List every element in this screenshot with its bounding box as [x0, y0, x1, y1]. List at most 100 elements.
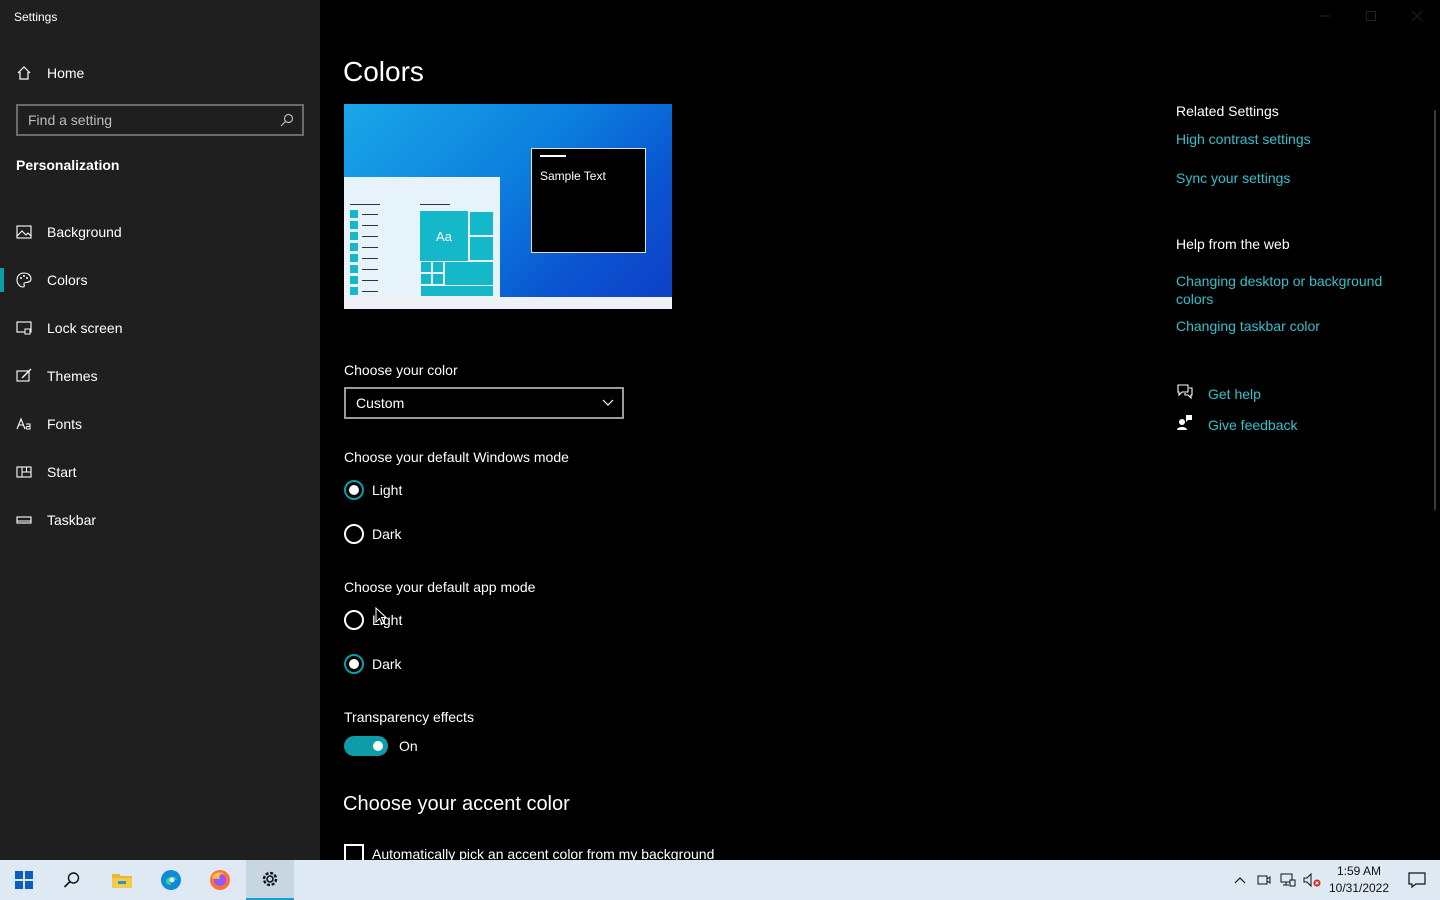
edge-icon — [161, 870, 181, 890]
preview-list-square — [350, 276, 358, 284]
windows-mode-label: Choose your default Windows mode — [344, 449, 569, 465]
preview-tile — [420, 273, 432, 285]
preview-list-line — [362, 236, 378, 237]
page-title: Colors — [343, 56, 424, 87]
minimize-icon[interactable] — [1302, 0, 1348, 32]
taskbar-search-button[interactable] — [48, 860, 96, 900]
search-box[interactable] — [16, 104, 304, 136]
radio-circle — [344, 480, 364, 500]
choose-color-dropdown[interactable]: Custom — [344, 387, 624, 419]
window-controls — [1302, 0, 1440, 32]
sidebar-item-label: Colors — [47, 272, 88, 288]
maximize-icon[interactable] — [1348, 0, 1394, 32]
clock-date: 10/31/2022 — [1328, 881, 1390, 895]
meet-now-icon[interactable] — [1252, 860, 1276, 900]
palette-icon — [16, 272, 32, 288]
preview-window-bar — [540, 155, 566, 157]
preview-list-square — [350, 254, 358, 262]
sidebar-item-label: Lock screen — [47, 320, 123, 336]
preview-list-square — [350, 243, 358, 251]
sidebar-item-label: Background — [47, 224, 122, 240]
changing-background-colors-link[interactable]: Changing desktop or background colors — [1176, 272, 1396, 308]
sidebar-item-fonts[interactable]: Fonts — [0, 400, 320, 448]
give-feedback-label: Give feedback — [1208, 417, 1298, 433]
sidebar-item-colors[interactable]: Colors — [0, 256, 320, 304]
sidebar-item-start[interactable]: Start — [0, 448, 320, 496]
search-input[interactable] — [18, 112, 272, 128]
sidebar-item-lock-screen[interactable]: Lock screen — [0, 304, 320, 352]
preview-list-square — [350, 232, 358, 240]
choose-color-label: Choose your color — [344, 362, 458, 378]
windows-logo-icon — [15, 871, 33, 889]
sidebar-item-home[interactable]: Home — [0, 56, 320, 90]
sidebar-nav: Background Colors Lock screen Themes Fon… — [0, 208, 320, 544]
preview-list-line — [362, 280, 378, 281]
app-mode-dark-radio[interactable]: Dark — [344, 654, 402, 674]
mouse-cursor-icon — [375, 607, 387, 625]
preview-tile — [469, 211, 494, 236]
get-help-link[interactable]: Get help — [1176, 383, 1261, 405]
radio-label: Dark — [372, 656, 402, 672]
radio-label: Dark — [372, 526, 402, 542]
preview-list-line — [362, 258, 378, 259]
notification-icon[interactable] — [1394, 860, 1440, 900]
preview-list-line — [420, 204, 450, 205]
close-icon[interactable] — [1394, 0, 1440, 32]
chevron-up-icon[interactable] — [1228, 860, 1252, 900]
scrollbar[interactable] — [1434, 110, 1436, 510]
related-settings-heading: Related Settings — [1176, 103, 1279, 119]
file-explorer-button[interactable] — [98, 860, 146, 900]
radio-circle — [344, 654, 364, 674]
preview-taskbar — [344, 297, 672, 309]
preview-list-square — [350, 287, 358, 295]
volume-muted-icon[interactable] — [1300, 860, 1324, 900]
radio-circle — [344, 610, 364, 630]
transparency-label: Transparency effects — [344, 709, 474, 725]
file-explorer-icon — [112, 874, 132, 888]
sidebar-item-background[interactable]: Background — [0, 208, 320, 256]
edge-button[interactable] — [147, 860, 195, 900]
clock[interactable]: 1:59 AM 10/31/2022 — [1324, 860, 1394, 900]
window-title: Settings — [14, 10, 58, 24]
preview-list-line — [362, 291, 378, 292]
firefox-button[interactable] — [196, 860, 244, 900]
preview-list-square — [350, 221, 358, 229]
toggle-knob — [373, 741, 383, 751]
chat-help-icon — [1176, 383, 1193, 405]
brush-icon — [16, 368, 32, 384]
radio-circle — [344, 524, 364, 544]
network-icon[interactable] — [1276, 860, 1300, 900]
feedback-person-icon — [1176, 414, 1193, 436]
taskbar-icon — [16, 512, 32, 528]
settings-taskbar-button[interactable] — [246, 860, 294, 900]
preview-tile — [432, 261, 444, 273]
changing-taskbar-color-link[interactable]: Changing taskbar color — [1176, 317, 1406, 335]
transparency-toggle[interactable] — [344, 736, 388, 756]
section-title: Personalization — [16, 157, 120, 173]
preview-list-square — [350, 210, 358, 218]
preview-tile — [420, 261, 432, 273]
high-contrast-link[interactable]: High contrast settings — [1176, 130, 1406, 148]
sidebar-item-label: Home — [47, 65, 85, 81]
app-mode-light-radio[interactable]: Light — [344, 610, 402, 630]
windows-mode-dark-radio[interactable]: Dark — [344, 524, 402, 544]
help-web-heading: Help from the web — [1176, 236, 1290, 252]
search-icon[interactable] — [272, 113, 302, 127]
clock-time: 1:59 AM — [1336, 864, 1382, 878]
radio-label: Light — [372, 482, 403, 498]
image-icon — [16, 224, 32, 240]
preview-sample-text: Sample Text — [540, 169, 606, 183]
windows-mode-light-radio[interactable]: Light — [344, 480, 402, 500]
start-button[interactable] — [0, 860, 48, 900]
sidebar-item-taskbar[interactable]: Taskbar — [0, 496, 320, 544]
get-help-label: Get help — [1208, 386, 1261, 402]
start-icon — [16, 464, 32, 480]
settings-gear-icon — [262, 871, 278, 887]
preview-tile — [469, 236, 494, 261]
preview-list-line — [362, 247, 378, 248]
chevron-down-icon — [602, 394, 614, 412]
preview-tile — [432, 273, 444, 285]
sync-settings-link[interactable]: Sync your settings — [1176, 169, 1406, 187]
give-feedback-link[interactable]: Give feedback — [1176, 414, 1298, 436]
sidebar-item-themes[interactable]: Themes — [0, 352, 320, 400]
